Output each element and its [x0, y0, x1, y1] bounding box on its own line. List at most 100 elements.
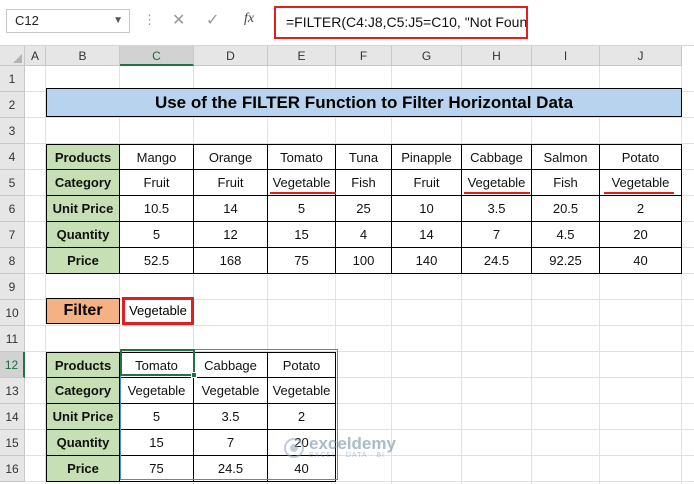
- row-label-cell[interactable]: Products: [46, 352, 120, 378]
- row-header-12[interactable]: 12: [0, 352, 25, 378]
- table-cell[interactable]: 14: [392, 222, 462, 248]
- row-header-5[interactable]: 5: [0, 170, 25, 196]
- name-box[interactable]: C12 ▼: [6, 9, 130, 33]
- table-cell[interactable]: 14: [194, 196, 268, 222]
- table-cell[interactable]: Tuna: [336, 144, 392, 170]
- table-cell[interactable]: 12: [194, 222, 268, 248]
- row-header-2[interactable]: 2: [0, 92, 25, 118]
- column-header-E[interactable]: E: [268, 46, 336, 66]
- row-header-15[interactable]: 15: [0, 430, 25, 456]
- table-cell[interactable]: 10: [392, 196, 462, 222]
- row-header-4[interactable]: 4: [0, 144, 25, 170]
- table-cell[interactable]: 5: [268, 196, 336, 222]
- table-cell[interactable]: 92.25: [532, 248, 600, 274]
- filter-criteria-cell[interactable]: Vegetable: [122, 297, 194, 325]
- column-header-H[interactable]: H: [462, 46, 532, 66]
- table-cell[interactable]: 5: [120, 222, 194, 248]
- table-cell[interactable]: Fruit: [194, 170, 268, 196]
- table-cell[interactable]: Mango: [120, 144, 194, 170]
- row-label-cell[interactable]: Quantity: [46, 430, 120, 456]
- row-label-cell[interactable]: Category: [46, 170, 120, 196]
- table-cell[interactable]: 40: [268, 456, 336, 482]
- row-label-cell[interactable]: Quantity: [46, 222, 120, 248]
- table-cell[interactable]: 7: [194, 430, 268, 456]
- table-cell[interactable]: Vegetable: [194, 378, 268, 404]
- table-cell[interactable]: Fish: [532, 170, 600, 196]
- table-cell[interactable]: 2: [600, 196, 682, 222]
- table-cell[interactable]: 7: [462, 222, 532, 248]
- select-all-corner[interactable]: [0, 46, 25, 66]
- sheet-title[interactable]: Use of the FILTER Function to Filter Hor…: [46, 88, 682, 117]
- table-cell[interactable]: 15: [268, 222, 336, 248]
- table-cell[interactable]: 10.5: [120, 196, 194, 222]
- table-cell[interactable]: 5: [120, 404, 194, 430]
- row-header-10[interactable]: 10: [0, 300, 25, 326]
- row-header-11[interactable]: 11: [0, 326, 25, 352]
- row-label-cell[interactable]: Products: [46, 144, 120, 170]
- fill-handle[interactable]: [191, 372, 197, 378]
- table-cell[interactable]: 3.5: [462, 196, 532, 222]
- table-cell[interactable]: Orange: [194, 144, 268, 170]
- table-cell[interactable]: 4: [336, 222, 392, 248]
- row-label-cell[interactable]: Category: [46, 378, 120, 404]
- gridline-vertical: [531, 66, 532, 484]
- row-header-16[interactable]: 16: [0, 456, 25, 482]
- table-cell[interactable]: Tomato: [120, 352, 194, 378]
- table-cell[interactable]: 52.5: [120, 248, 194, 274]
- table-cell[interactable]: 140: [392, 248, 462, 274]
- table-cell[interactable]: 20: [600, 222, 682, 248]
- table-cell[interactable]: 100: [336, 248, 392, 274]
- table-cell[interactable]: Vegetable: [120, 378, 194, 404]
- row-header-8[interactable]: 8: [0, 248, 25, 274]
- cancel-icon[interactable]: ✕: [172, 10, 185, 30]
- table-cell[interactable]: Potato: [600, 144, 682, 170]
- table-cell[interactable]: 40: [600, 248, 682, 274]
- table-cell[interactable]: Fish: [336, 170, 392, 196]
- table-cell[interactable]: 24.5: [194, 456, 268, 482]
- table-cell[interactable]: 4.5: [532, 222, 600, 248]
- table-cell[interactable]: Vegetable: [268, 378, 336, 404]
- formula-input[interactable]: =FILTER(C4:J8,C5:J5=C10, "Not Found"): [274, 6, 528, 39]
- row-header-13[interactable]: 13: [0, 378, 25, 404]
- insert-function-icon[interactable]: fx: [244, 11, 254, 27]
- column-header-F[interactable]: F: [336, 46, 392, 66]
- table-cell[interactable]: Fruit: [120, 170, 194, 196]
- column-header-J[interactable]: J: [600, 46, 682, 66]
- row-header-3[interactable]: 3: [0, 118, 25, 144]
- table-cell[interactable]: Potato: [268, 352, 336, 378]
- column-header-G[interactable]: G: [392, 46, 462, 66]
- table-cell[interactable]: 75: [120, 456, 194, 482]
- table-cell[interactable]: Salmon: [532, 144, 600, 170]
- chevron-down-icon[interactable]: ▼: [113, 10, 123, 32]
- table-cell[interactable]: 20.5: [532, 196, 600, 222]
- row-label-cell[interactable]: Price: [46, 248, 120, 274]
- table-cell[interactable]: Cabbage: [462, 144, 532, 170]
- row-label-cell[interactable]: Price: [46, 456, 120, 482]
- row-header-1[interactable]: 1: [0, 66, 25, 92]
- table-cell[interactable]: Cabbage: [194, 352, 268, 378]
- table-cell[interactable]: 3.5: [194, 404, 268, 430]
- table-cell[interactable]: Pinapple: [392, 144, 462, 170]
- table-cell[interactable]: Tomato: [268, 144, 336, 170]
- row-header-7[interactable]: 7: [0, 222, 25, 248]
- enter-icon[interactable]: ✓: [206, 10, 219, 30]
- filter-label[interactable]: Filter: [46, 298, 120, 324]
- table-cell[interactable]: 25: [336, 196, 392, 222]
- column-header-B[interactable]: B: [46, 46, 120, 66]
- table-cell[interactable]: 168: [194, 248, 268, 274]
- row-label-cell[interactable]: Unit Price: [46, 196, 120, 222]
- table-cell[interactable]: 2: [268, 404, 336, 430]
- table-cell[interactable]: 24.5: [462, 248, 532, 274]
- row-header-6[interactable]: 6: [0, 196, 25, 222]
- column-header-D[interactable]: D: [194, 46, 268, 66]
- exceldemy-logo-icon: [284, 437, 304, 458]
- row-label-cell[interactable]: Unit Price: [46, 404, 120, 430]
- row-header-14[interactable]: 14: [0, 404, 25, 430]
- column-header-A[interactable]: A: [25, 46, 46, 66]
- row-header-9[interactable]: 9: [0, 274, 25, 300]
- column-header-I[interactable]: I: [532, 46, 600, 66]
- table-cell[interactable]: 15: [120, 430, 194, 456]
- table-cell[interactable]: Fruit: [392, 170, 462, 196]
- column-header-C[interactable]: C: [120, 46, 194, 66]
- table-cell[interactable]: 75: [268, 248, 336, 274]
